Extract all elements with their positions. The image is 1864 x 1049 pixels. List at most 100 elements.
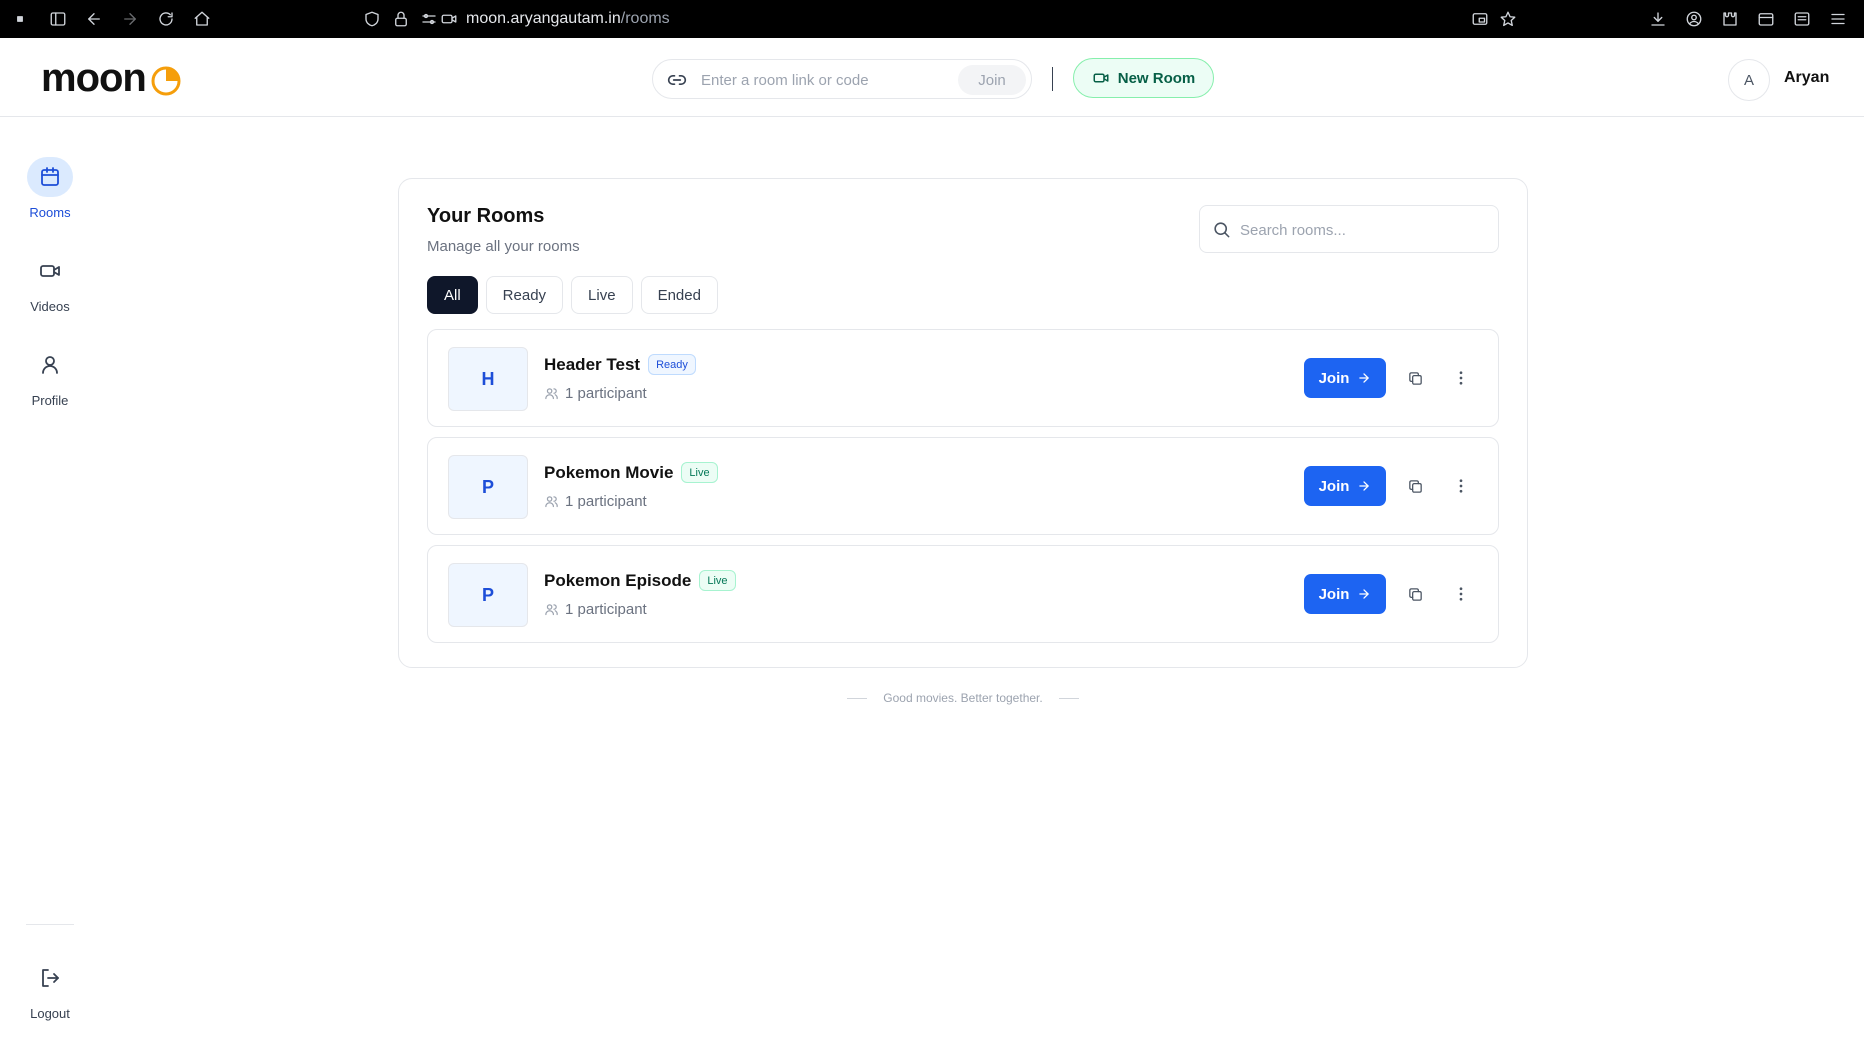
room-row[interactable]: P Pokemon Episode Live 1 participant Joi… bbox=[427, 545, 1499, 643]
participant-count: 1 participant bbox=[565, 493, 647, 510]
participant-count: 1 participant bbox=[565, 385, 647, 402]
moon-logo-icon bbox=[151, 66, 181, 96]
app-header: moon Join New Room A Aryan bbox=[0, 38, 1864, 117]
logout-button[interactable]: Logout bbox=[0, 958, 100, 1021]
sidebar-item-rooms[interactable]: Rooms bbox=[0, 157, 100, 220]
user-icon bbox=[27, 345, 73, 385]
user-name[interactable]: Aryan bbox=[1784, 69, 1829, 87]
more-options-button[interactable] bbox=[1446, 363, 1476, 393]
extensions-icon[interactable] bbox=[1720, 9, 1740, 29]
shield-icon[interactable] bbox=[362, 9, 382, 29]
search-icon bbox=[1214, 222, 1230, 238]
new-room-button[interactable]: New Room bbox=[1073, 58, 1214, 98]
link-icon bbox=[667, 70, 687, 90]
lock-icon[interactable] bbox=[391, 9, 411, 29]
join-room-bar: Join bbox=[652, 59, 1032, 99]
rooms-card: Your Rooms Manage all your rooms All Rea… bbox=[398, 178, 1528, 668]
room-row[interactable]: P Pokemon Movie Live 1 participant Join bbox=[427, 437, 1499, 535]
tab-ready[interactable]: Ready bbox=[485, 276, 564, 314]
copy-link-button[interactable] bbox=[1400, 579, 1430, 609]
room-avatar: H bbox=[448, 347, 528, 411]
room-avatar: P bbox=[448, 563, 528, 627]
tab-ended[interactable]: Ended bbox=[640, 276, 718, 314]
back-icon[interactable] bbox=[84, 9, 104, 29]
footer-tagline: Good movies. Better together. bbox=[0, 691, 1864, 705]
sidebar-item-label: Videos bbox=[30, 299, 70, 314]
hamburger-menu-icon[interactable] bbox=[1828, 9, 1848, 29]
room-title-line: Header Test Ready bbox=[544, 354, 696, 375]
more-vertical-icon bbox=[1459, 587, 1463, 601]
home-icon[interactable] bbox=[192, 9, 212, 29]
arrow-right-icon bbox=[1359, 589, 1370, 599]
room-title-line: Pokemon Movie Live bbox=[544, 462, 718, 483]
container-icon[interactable] bbox=[1756, 9, 1776, 29]
logout-label: Logout bbox=[30, 1006, 70, 1021]
permissions-icon[interactable] bbox=[419, 9, 439, 29]
video-camera-icon bbox=[1093, 73, 1109, 83]
browser-menu-icon[interactable] bbox=[10, 9, 30, 29]
camera-permission-icon[interactable] bbox=[439, 9, 459, 29]
browser-toolbar: moon.aryangautam.in/rooms bbox=[0, 0, 1864, 38]
room-search bbox=[1199, 205, 1499, 253]
join-room-button[interactable]: Join bbox=[1304, 466, 1386, 506]
sidebar-toggle-icon[interactable] bbox=[48, 9, 68, 29]
room-participants: 1 participant bbox=[544, 493, 647, 510]
forward-icon[interactable] bbox=[120, 9, 140, 29]
copy-link-button[interactable] bbox=[1400, 363, 1430, 393]
user-avatar[interactable]: A bbox=[1728, 59, 1770, 101]
more-options-button[interactable] bbox=[1446, 579, 1476, 609]
copy-link-button[interactable] bbox=[1400, 471, 1430, 501]
more-vertical-icon bbox=[1459, 479, 1463, 493]
participant-count: 1 participant bbox=[565, 601, 647, 618]
copy-icon bbox=[1408, 371, 1422, 385]
more-options-button[interactable] bbox=[1446, 471, 1476, 501]
filter-tabs: All Ready Live Ended bbox=[427, 276, 718, 314]
room-name: Pokemon Movie bbox=[544, 462, 674, 482]
search-input[interactable] bbox=[1240, 218, 1485, 242]
header-divider bbox=[1052, 67, 1053, 91]
page-subtitle: Manage all your rooms bbox=[427, 238, 580, 255]
users-icon bbox=[545, 604, 558, 616]
room-code-input[interactable] bbox=[701, 68, 951, 92]
sidebar-item-label: Rooms bbox=[29, 205, 71, 220]
room-name: Header Test bbox=[544, 354, 641, 374]
room-row[interactable]: H Header Test Ready 1 participant Join bbox=[427, 329, 1499, 427]
sidebar-divider bbox=[26, 924, 74, 925]
tab-all[interactable]: All bbox=[427, 276, 478, 314]
join-label: Join bbox=[1318, 585, 1350, 603]
users-icon bbox=[545, 496, 558, 508]
picture-in-picture-icon[interactable] bbox=[1470, 9, 1490, 29]
logo-text: moon bbox=[41, 56, 147, 100]
calendar-icon bbox=[27, 157, 73, 197]
url-path: /rooms bbox=[620, 10, 670, 27]
url-bar[interactable]: moon.aryangautam.in/rooms bbox=[466, 9, 670, 29]
room-name: Pokemon Episode bbox=[544, 570, 692, 590]
join-code-button[interactable]: Join bbox=[958, 65, 1026, 95]
sidebar-item-profile[interactable]: Profile bbox=[0, 345, 100, 408]
room-participants: 1 participant bbox=[544, 385, 647, 402]
room-avatar: P bbox=[448, 455, 528, 519]
more-vertical-icon bbox=[1459, 371, 1463, 385]
join-room-button[interactable]: Join bbox=[1304, 574, 1386, 614]
reload-icon[interactable] bbox=[156, 9, 176, 29]
tagline-text: Good movies. Better together. bbox=[883, 691, 1043, 705]
sidebar-item-videos[interactable]: Videos bbox=[0, 251, 100, 314]
sidebar: Rooms Videos Profile Logout bbox=[0, 117, 100, 1049]
bookmark-star-icon[interactable] bbox=[1498, 9, 1518, 29]
logo[interactable]: moon bbox=[41, 56, 182, 100]
join-label: Join bbox=[1318, 477, 1350, 495]
download-icon[interactable] bbox=[1648, 9, 1668, 29]
video-icon bbox=[27, 251, 73, 291]
status-badge: Ready bbox=[648, 354, 696, 375]
tagline-divider-left bbox=[847, 697, 868, 699]
room-title-line: Pokemon Episode Live bbox=[544, 570, 736, 591]
reader-view-icon[interactable] bbox=[1792, 9, 1812, 29]
account-icon[interactable] bbox=[1684, 9, 1704, 29]
logout-icon bbox=[27, 958, 73, 998]
copy-icon bbox=[1408, 479, 1422, 493]
new-room-label: New Room bbox=[1117, 69, 1196, 87]
tab-live[interactable]: Live bbox=[571, 276, 633, 314]
sidebar-item-label: Profile bbox=[31, 393, 69, 408]
tagline-divider-right bbox=[1058, 697, 1079, 699]
join-room-button[interactable]: Join bbox=[1304, 358, 1386, 398]
